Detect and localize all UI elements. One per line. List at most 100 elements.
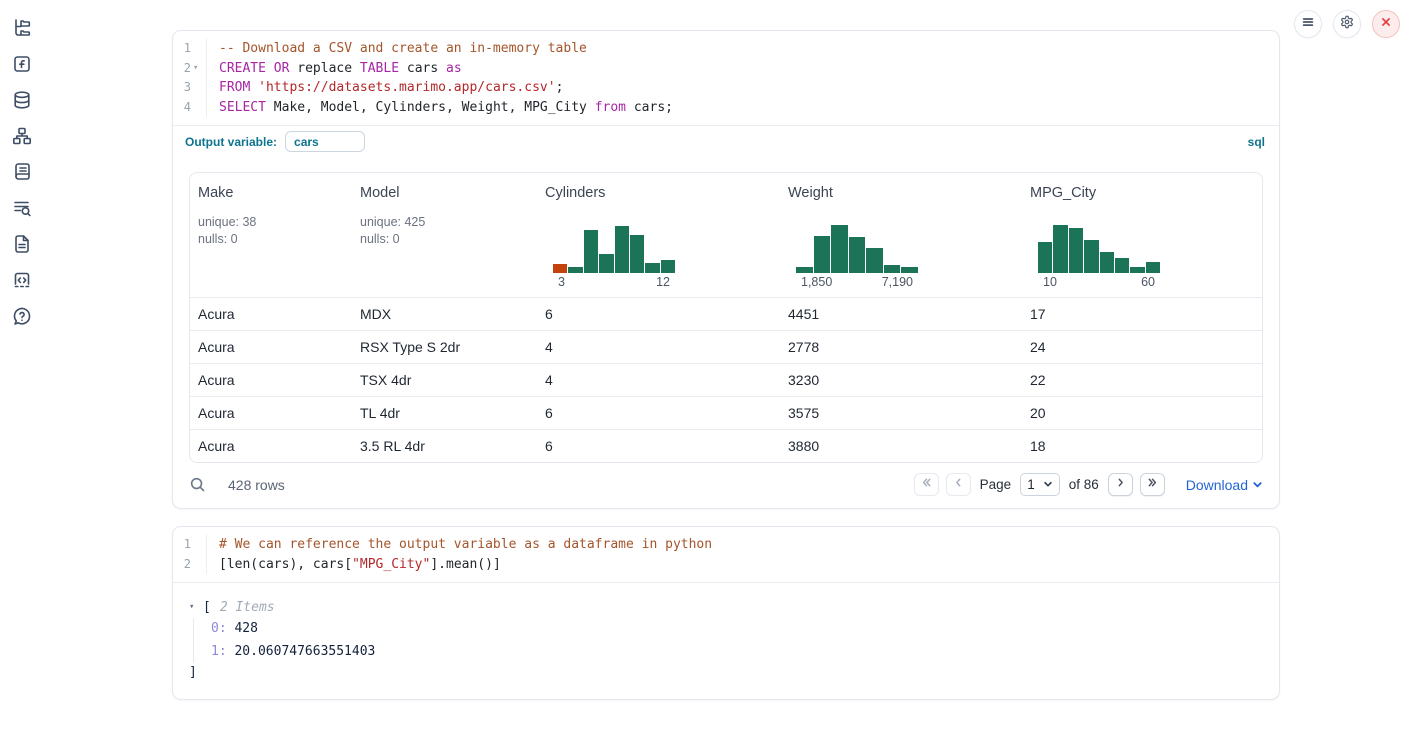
column-histogram: 312 bbox=[553, 221, 675, 289]
chevrons-left-icon bbox=[920, 476, 933, 494]
database-icon bbox=[12, 90, 32, 115]
histogram-bar[interactable] bbox=[630, 235, 644, 273]
table-cell: Acura bbox=[190, 298, 352, 330]
table-row: AcuraTSX 4dr4323022 bbox=[190, 363, 1262, 396]
tree-item-count: 2 Items bbox=[220, 597, 275, 618]
histogram-bar[interactable] bbox=[661, 260, 675, 273]
tree-close-bracket: ] bbox=[189, 663, 1261, 683]
tree-collapse-icon[interactable]: ▾ bbox=[189, 597, 199, 618]
code-line[interactable]: 1▾# We can reference the output variable… bbox=[173, 535, 1279, 555]
tree-items: 0: 4281: 20.060747663551403 bbox=[193, 618, 1261, 663]
code-text: FROM 'https://datasets.marimo.app/cars.c… bbox=[207, 78, 563, 98]
column-label[interactable]: Cylinders bbox=[545, 185, 772, 201]
table-row: AcuraTL 4dr6357520 bbox=[190, 396, 1262, 429]
column-stats: unique: 425nulls: 0 bbox=[360, 214, 529, 248]
code-text: [len(cars), cars["MPG_City"].mean()] bbox=[207, 555, 501, 575]
sidebar-item-snippets[interactable] bbox=[12, 272, 32, 292]
folder-tree-icon bbox=[12, 18, 32, 43]
prev-page-button[interactable] bbox=[946, 473, 971, 496]
histogram-bar[interactable] bbox=[1053, 225, 1067, 273]
histogram-bar[interactable] bbox=[849, 237, 866, 273]
column-label[interactable]: MPG_City bbox=[1030, 185, 1256, 201]
tree-item: 1: 20.060747663551403 bbox=[211, 641, 1261, 664]
histogram-bar[interactable] bbox=[814, 236, 831, 273]
histogram-bar[interactable] bbox=[1130, 267, 1144, 273]
search-icon[interactable] bbox=[189, 476, 207, 494]
column-label[interactable]: Make bbox=[198, 185, 344, 201]
column-histogram: 1,8507,190 bbox=[796, 221, 918, 289]
hamburger-icon bbox=[1301, 15, 1315, 34]
function-square-icon bbox=[12, 54, 32, 79]
code-text: # We can reference the output variable a… bbox=[207, 535, 712, 555]
histogram-bar[interactable] bbox=[1100, 252, 1114, 273]
table-cell: 6 bbox=[537, 298, 780, 330]
sidebar-item-file-explorer[interactable] bbox=[12, 20, 32, 40]
table-cell: 3.5 RL 4dr bbox=[352, 430, 537, 462]
histogram-bar[interactable] bbox=[1115, 258, 1129, 273]
page-select[interactable]: 1 bbox=[1020, 473, 1060, 496]
histogram-bar[interactable] bbox=[1146, 262, 1160, 273]
last-page-button[interactable] bbox=[1140, 473, 1165, 496]
histogram-axis-labels: 1060 bbox=[1038, 273, 1160, 289]
histogram-bar[interactable] bbox=[1069, 228, 1083, 273]
histogram-bar[interactable] bbox=[866, 248, 883, 273]
table-cell: TL 4dr bbox=[352, 397, 537, 429]
histogram-bar[interactable] bbox=[1038, 242, 1052, 273]
sidebar-item-help[interactable] bbox=[12, 308, 32, 328]
column-header: Weight 1,8507,190 bbox=[780, 173, 1022, 297]
code-line[interactable]: 3▾FROM 'https://datasets.marimo.app/cars… bbox=[173, 78, 1279, 98]
gear-icon bbox=[1340, 15, 1354, 34]
output-variable-input[interactable] bbox=[285, 131, 365, 152]
column-label[interactable]: Weight bbox=[788, 185, 1014, 201]
sidebar-item-scratchpad[interactable] bbox=[12, 200, 32, 220]
fold-chevron-icon[interactable]: ▾ bbox=[193, 59, 202, 79]
sidebar-item-dependency-graph[interactable] bbox=[12, 128, 32, 148]
histogram-bar[interactable] bbox=[599, 254, 613, 273]
table-cell: 17 bbox=[1022, 298, 1263, 330]
code-line[interactable]: 2▾CREATE OR replace TABLE cars as bbox=[173, 59, 1279, 79]
histogram-bar[interactable] bbox=[901, 267, 918, 273]
sql-code-editor[interactable]: 1▾-- Download a CSV and create an in-mem… bbox=[173, 31, 1279, 125]
sidebar-item-variables[interactable] bbox=[12, 56, 32, 76]
line-number: 2▾ bbox=[173, 555, 207, 575]
histogram-bar[interactable] bbox=[568, 267, 582, 273]
sql-cell-footer-bar: Output variable: sql bbox=[173, 125, 1279, 158]
python-code-editor[interactable]: 1▾# We can reference the output variable… bbox=[173, 527, 1279, 582]
sidebar-item-logs[interactable] bbox=[12, 164, 32, 184]
histogram-bar[interactable] bbox=[553, 264, 567, 273]
histogram-bar[interactable] bbox=[796, 267, 813, 273]
histogram-bar[interactable] bbox=[645, 263, 659, 273]
code-line[interactable]: 4▾SELECT Make, Model, Cylinders, Weight,… bbox=[173, 98, 1279, 118]
table-row: AcuraRSX Type S 2dr4277824 bbox=[190, 330, 1262, 363]
download-button[interactable]: Download bbox=[1186, 477, 1263, 493]
histogram-bar[interactable] bbox=[615, 226, 629, 273]
code-line[interactable]: 1▾-- Download a CSV and create an in-mem… bbox=[173, 39, 1279, 59]
table-cell: MDX bbox=[352, 298, 537, 330]
column-header: Cylinders 312 bbox=[537, 173, 780, 297]
histogram-bar[interactable] bbox=[584, 230, 598, 273]
column-label[interactable]: Model bbox=[360, 185, 529, 201]
chevron-right-icon bbox=[1114, 476, 1127, 494]
table-body: AcuraMDX6445117AcuraRSX Type S 2dr427782… bbox=[190, 297, 1262, 462]
table-cell: 3880 bbox=[780, 430, 1022, 462]
sidebar-item-data-sources[interactable] bbox=[12, 92, 32, 112]
chevron-left-icon bbox=[952, 476, 965, 494]
code-text: SELECT Make, Model, Cylinders, Weight, M… bbox=[207, 98, 673, 118]
chevron-down-icon bbox=[1043, 477, 1053, 492]
page-label: Page bbox=[980, 477, 1012, 492]
first-page-button[interactable] bbox=[914, 473, 939, 496]
code-line[interactable]: 2▾[len(cars), cars["MPG_City"].mean()] bbox=[173, 555, 1279, 575]
dataframe-table: Makeunique: 38nulls: 0Modelunique: 425nu… bbox=[189, 172, 1263, 463]
next-page-button[interactable] bbox=[1108, 473, 1133, 496]
chevrons-right-icon bbox=[1146, 476, 1159, 494]
menu-button[interactable] bbox=[1294, 10, 1322, 38]
python-output: ▾ [ 2 Items 0: 4281: 20.060747663551403 … bbox=[173, 582, 1279, 699]
settings-button[interactable] bbox=[1333, 10, 1361, 38]
line-number: 1▾ bbox=[173, 535, 207, 555]
histogram-bar[interactable] bbox=[831, 225, 848, 273]
shutdown-button[interactable] bbox=[1372, 10, 1400, 38]
sidebar-item-documentation[interactable] bbox=[12, 236, 32, 256]
download-label: Download bbox=[1186, 477, 1248, 493]
histogram-bar[interactable] bbox=[1084, 240, 1098, 273]
histogram-bar[interactable] bbox=[884, 265, 901, 273]
